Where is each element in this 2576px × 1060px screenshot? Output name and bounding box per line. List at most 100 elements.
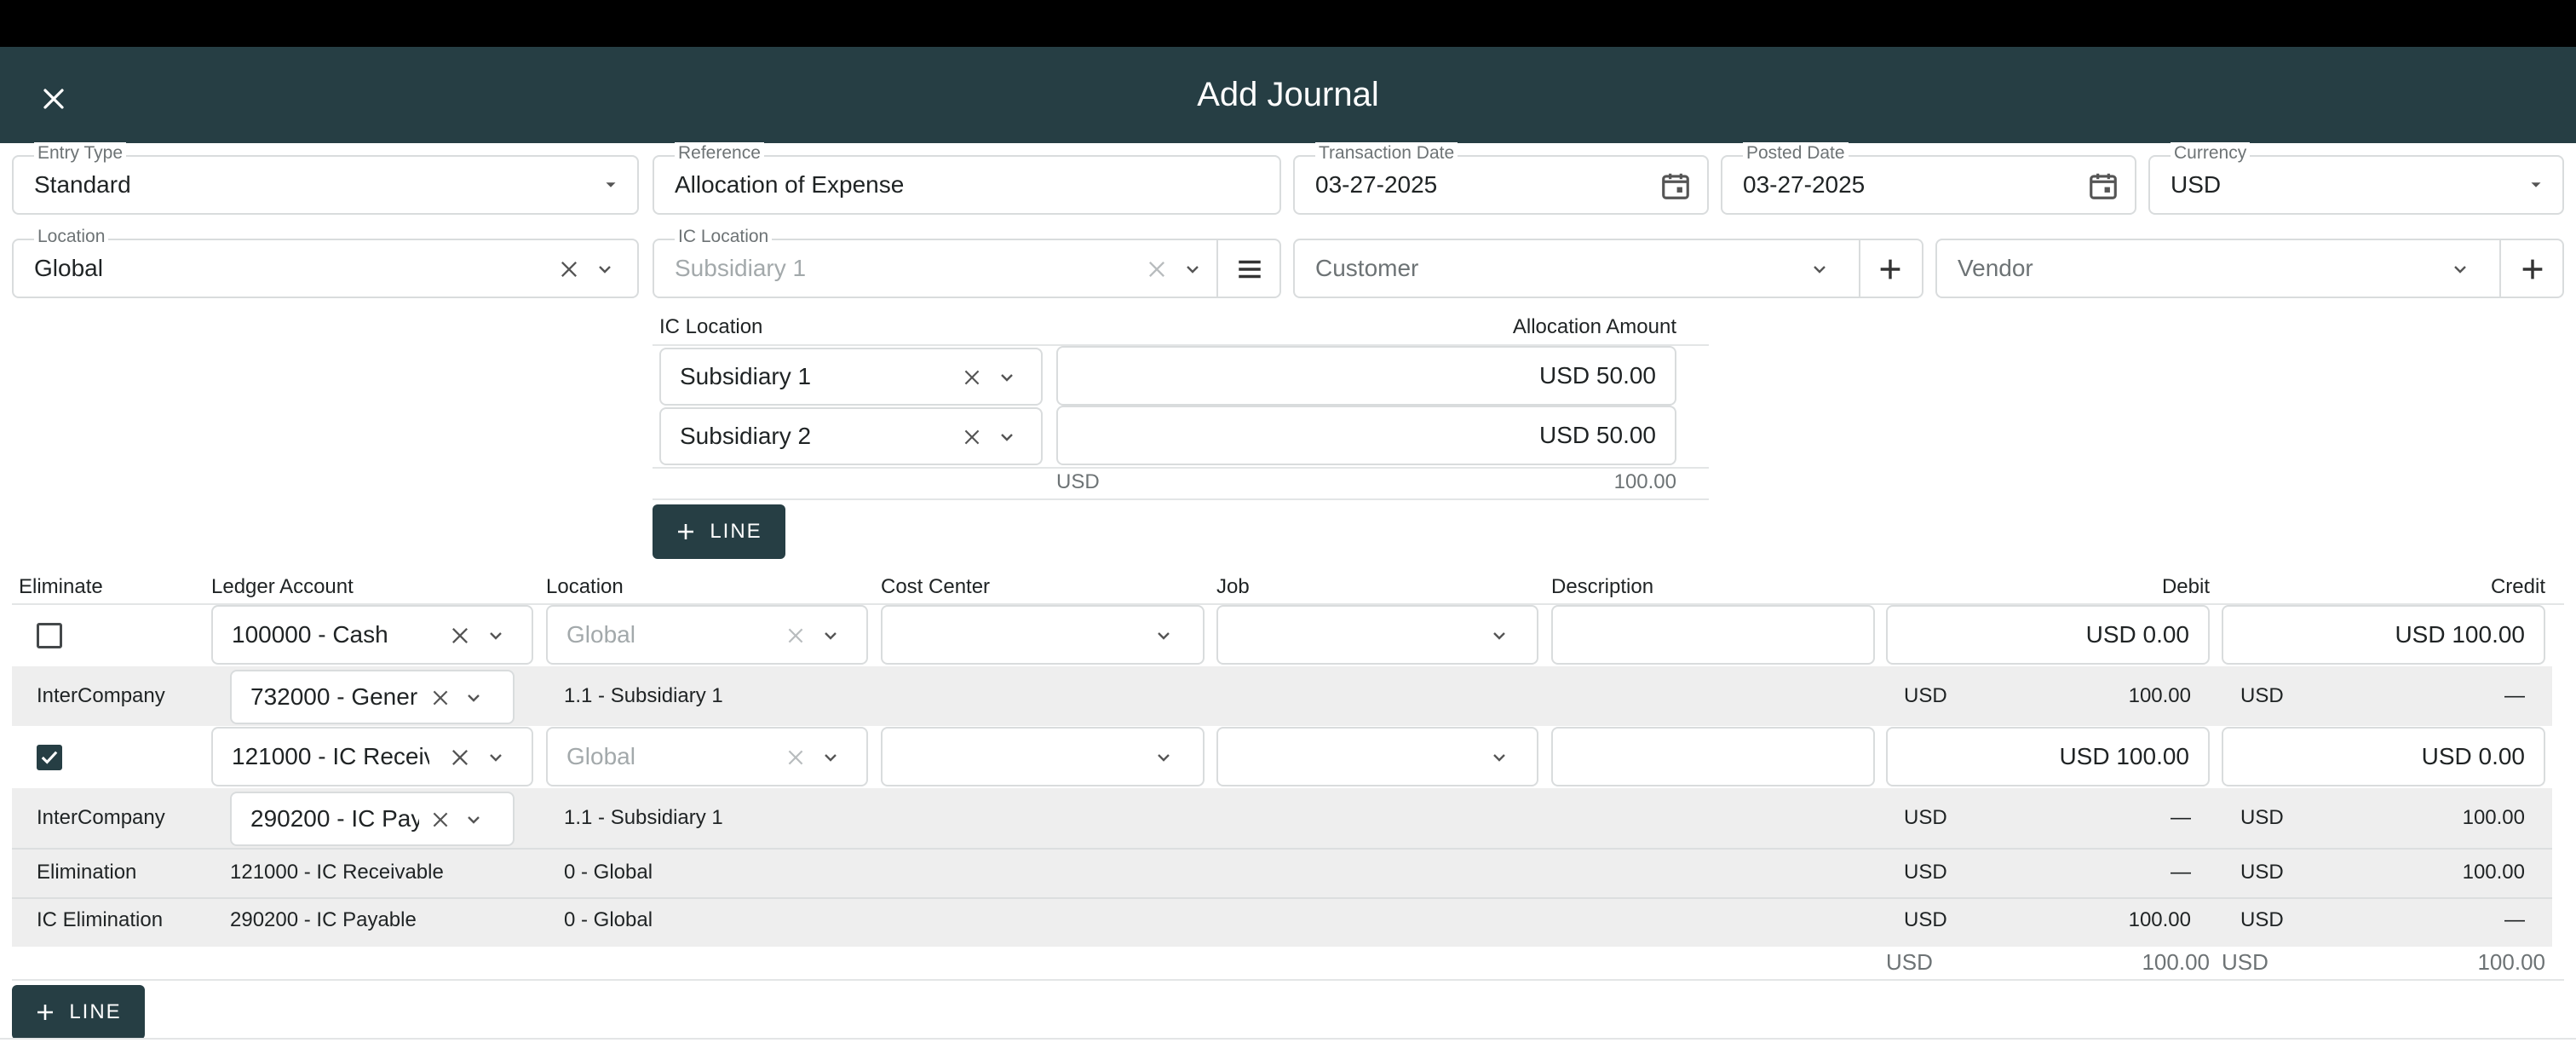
divider (1859, 240, 1860, 297)
allocation-location-select[interactable]: Subsidiary 1 (659, 348, 1043, 406)
clear-icon[interactable] (785, 746, 807, 769)
reference-field[interactable]: Reference Allocation of Expense (653, 142, 1281, 215)
allocation-total-amount: 100.00 (1613, 470, 1676, 493)
add-journal-line-button[interactable]: LINE (12, 985, 145, 1040)
col-debit: Debit (2161, 575, 2210, 598)
clear-icon[interactable] (785, 625, 807, 647)
debit-input[interactable]: USD 0.00 (1886, 605, 2210, 665)
location-select[interactable]: Location Global (12, 226, 639, 298)
chevron-down-icon[interactable] (997, 367, 1017, 388)
currency-value: USD (2171, 171, 2222, 198)
sub-row-debit: — (2171, 806, 2191, 829)
allocation-header-ic-location: IC Location (659, 315, 763, 338)
chevron-down-icon[interactable] (1489, 747, 1509, 768)
list-icon[interactable] (1235, 255, 1264, 284)
plus-icon (678, 524, 694, 539)
ic-location-select[interactable]: IC Location Subsidiary 1 (653, 226, 1281, 298)
clear-icon[interactable] (557, 257, 581, 281)
debit-input[interactable]: USD 100.00 (1886, 727, 2210, 786)
caret-down-icon (601, 176, 620, 194)
sub-row-type: IC Elimination (37, 908, 164, 931)
allocation-location-select[interactable]: Subsidiary 2 (659, 407, 1043, 465)
ledger-account-select[interactable]: 100000 - Cash (211, 605, 533, 665)
chevron-down-icon[interactable] (486, 747, 506, 768)
allocation-amount-input[interactable]: USD 50.00 (1056, 346, 1676, 406)
total-debit-currency: USD (1886, 949, 1933, 975)
chevron-down-icon[interactable] (595, 259, 615, 279)
posted-date-value: 03-27-2025 (1743, 171, 1866, 198)
chevron-down-icon[interactable] (1153, 747, 1174, 768)
divider (2499, 240, 2501, 297)
col-description: Description (1551, 575, 1654, 598)
total-credit: 100.00 (2477, 949, 2545, 975)
eliminate-checkbox[interactable] (37, 745, 62, 770)
divider (653, 498, 1709, 500)
debit-value: USD 0.00 (2085, 621, 2189, 648)
chevron-down-icon[interactable] (2450, 259, 2470, 279)
sub-account-value: 290200 - IC Pay (250, 805, 419, 832)
transaction-date-value: 03-27-2025 (1315, 171, 1438, 198)
clear-icon[interactable] (429, 687, 451, 709)
line-location-select[interactable]: Global (546, 727, 868, 786)
cost-center-select[interactable] (881, 605, 1205, 665)
clear-icon[interactable] (961, 426, 983, 448)
ledger-account-select[interactable]: 121000 - IC Receiv (211, 727, 533, 786)
chevron-down-icon[interactable] (463, 688, 484, 708)
currency-select[interactable]: Currency USD (2148, 142, 2564, 215)
eliminate-checkbox[interactable] (37, 623, 62, 648)
dialog-header: Add Journal (0, 47, 2576, 143)
sub-row-credit-currency: USD (2240, 684, 2284, 707)
chevron-down-icon[interactable] (820, 625, 841, 646)
reference-value: Allocation of Expense (675, 171, 905, 198)
cost-center-select[interactable] (881, 727, 1205, 786)
sub-row-location: 0 - Global (564, 861, 653, 884)
col-cost-center: Cost Center (881, 575, 991, 598)
entry-type-select[interactable]: Entry Type Standard (12, 142, 639, 215)
chevron-down-icon[interactable] (997, 427, 1017, 447)
credit-input[interactable]: USD 0.00 (2222, 727, 2545, 786)
description-input[interactable] (1551, 727, 1875, 786)
sub-account-value: 732000 - Gener (250, 683, 418, 710)
customer-select[interactable]: Customer (1293, 239, 1923, 298)
clear-icon[interactable] (448, 624, 472, 648)
chevron-down-icon[interactable] (1809, 259, 1830, 279)
sub-row-location: 1.1 - Subsidiary 1 (564, 806, 723, 829)
allocation-total-currency: USD (1056, 470, 1100, 493)
customer-placeholder: Customer (1315, 255, 1419, 281)
line-location-placeholder: Global (566, 743, 635, 769)
credit-input[interactable]: USD 100.00 (2222, 605, 2545, 665)
chevron-down-icon[interactable] (463, 809, 484, 830)
sub-row-location: 1.1 - Subsidiary 1 (564, 684, 723, 707)
transaction-date-field[interactable]: Transaction Date 03-27-2025 (1293, 142, 1709, 215)
ic-location-placeholder: Subsidiary 1 (675, 255, 807, 281)
chevron-down-icon[interactable] (1182, 259, 1203, 279)
chevron-down-icon[interactable] (820, 747, 841, 768)
job-select[interactable] (1216, 727, 1538, 786)
allocation-location-value: Subsidiary 1 (680, 363, 812, 389)
line-location-select[interactable]: Global (546, 605, 868, 665)
posted-date-field[interactable]: Posted Date 03-27-2025 (1721, 142, 2136, 215)
add-allocation-line-button[interactable]: LINE (653, 504, 785, 559)
description-input[interactable] (1551, 605, 1875, 665)
clear-icon[interactable] (448, 746, 472, 769)
calendar-icon[interactable] (1659, 170, 1692, 202)
sub-row-debit-currency: USD (1904, 806, 1947, 829)
chevron-down-icon[interactable] (486, 625, 506, 646)
sub-account-select[interactable]: 732000 - Gener (230, 670, 515, 724)
sub-row-debit-currency: USD (1904, 861, 1947, 884)
clear-icon[interactable] (1145, 257, 1169, 281)
add-customer-icon[interactable] (1876, 255, 1905, 284)
clear-icon[interactable] (429, 809, 451, 831)
job-select[interactable] (1216, 605, 1538, 665)
allocation-amount-input[interactable]: USD 50.00 (1056, 406, 1676, 465)
ledger-account-value: 121000 - IC Receiv (232, 743, 429, 769)
calendar-icon[interactable] (2087, 170, 2119, 202)
chevron-down-icon[interactable] (1489, 625, 1509, 646)
clear-icon[interactable] (961, 366, 983, 389)
chevron-down-icon[interactable] (1153, 625, 1174, 646)
sub-row-type: InterCompany (37, 806, 165, 829)
allocation-header-amount: Allocation Amount (1512, 315, 1676, 338)
sub-account-select[interactable]: 290200 - IC Pay (230, 792, 515, 846)
vendor-select[interactable]: Vendor (1935, 239, 2564, 298)
add-vendor-icon[interactable] (2518, 255, 2547, 284)
